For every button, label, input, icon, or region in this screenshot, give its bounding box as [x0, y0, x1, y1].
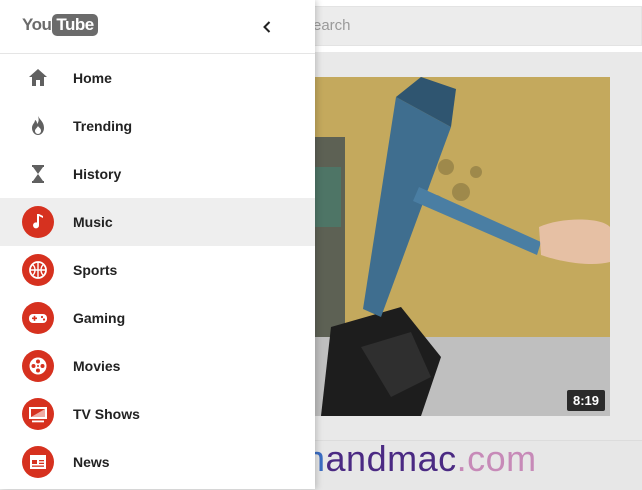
- home-icon: [22, 62, 54, 94]
- drawer-nav: Home Trending History Music Sports Gamin…: [0, 54, 315, 486]
- youtube-logo[interactable]: You Tube: [22, 13, 98, 37]
- nav-label-gaming: Gaming: [73, 310, 126, 326]
- nav-label-movies: Movies: [73, 358, 121, 374]
- nav-item-music[interactable]: Music: [0, 198, 315, 246]
- nav-label-trending: Trending: [73, 118, 133, 134]
- nav-item-news[interactable]: News: [0, 438, 315, 486]
- nav-item-history[interactable]: History: [0, 150, 315, 198]
- nav-label-home: Home: [73, 70, 112, 86]
- nav-item-movies[interactable]: Movies: [0, 342, 315, 390]
- logo-tube-text: Tube: [52, 14, 98, 36]
- video-duration: 8:19: [566, 390, 605, 411]
- nav-label-tv-shows: TV Shows: [73, 406, 140, 422]
- watermark-part-3: .com: [456, 438, 537, 479]
- video-thumbnail[interactable]: 8:19: [301, 77, 610, 416]
- history-icon: [22, 158, 54, 190]
- nav-label-sports: Sports: [73, 262, 118, 278]
- side-drawer: You Tube Home Trending History Music Spo…: [0, 0, 315, 489]
- nav-label-music: Music: [73, 214, 113, 230]
- chevron-left-icon: [263, 21, 271, 33]
- nav-label-news: News: [73, 454, 110, 470]
- drawer-header: You Tube: [0, 0, 315, 54]
- search-input[interactable]: earch: [300, 6, 642, 46]
- collapse-drawer-button[interactable]: [254, 14, 280, 40]
- sports-icon: [22, 254, 54, 286]
- nav-item-sports[interactable]: Sports: [0, 246, 315, 294]
- trending-icon: [22, 110, 54, 142]
- news-icon: [22, 446, 54, 478]
- nav-item-trending[interactable]: Trending: [0, 102, 315, 150]
- logo-you-text: You: [22, 15, 52, 34]
- nav-item-gaming[interactable]: Gaming: [0, 294, 315, 342]
- tv-shows-icon: [22, 398, 54, 430]
- nav-label-history: History: [73, 166, 122, 182]
- gaming-icon: [22, 302, 54, 334]
- nav-item-home[interactable]: Home: [0, 54, 315, 102]
- movies-icon: [22, 350, 54, 382]
- nav-item-tv-shows[interactable]: TV Shows: [0, 390, 315, 438]
- search-placeholder: earch: [313, 17, 351, 34]
- music-icon: [22, 206, 54, 238]
- watermark-part-2: andmac: [325, 438, 457, 479]
- video-thumbnail-image: [301, 77, 610, 416]
